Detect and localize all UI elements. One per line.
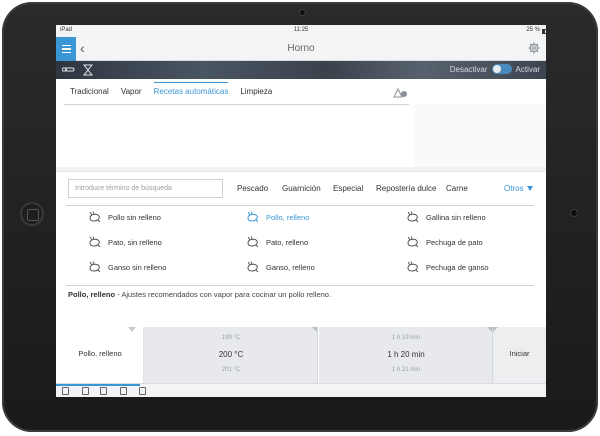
recipe-item[interactable]: Gallina sin relleno <box>407 211 486 223</box>
status-bar: iPad 11:25 25 % <box>56 25 546 37</box>
recipe-item[interactable]: Pollo, relleno <box>247 211 310 223</box>
temp-next: 201 °C <box>221 367 241 373</box>
recipe-item[interactable]: Pato, sin relleno <box>89 236 162 248</box>
device-icon[interactable] <box>62 387 69 395</box>
recipe-item[interactable]: Ganso sin relleno <box>89 261 167 273</box>
more-categories-button[interactable]: Otros <box>504 184 533 193</box>
toggle-off-label: Desactivar <box>449 64 488 74</box>
alert-icon[interactable] <box>393 88 407 98</box>
recipe-label: Ganso sin relleno <box>108 263 167 272</box>
corner-mark <box>312 327 317 332</box>
category-reposteria-dulce[interactable]: Repostería dulce <box>376 184 436 193</box>
category-guarnicion[interactable]: Guarnición <box>282 184 321 193</box>
recipe-label: Ganso, relleno <box>266 263 315 272</box>
caret-down-icon <box>526 186 533 191</box>
recipe-label: Pechuga de pato <box>426 238 483 247</box>
chicken-icon <box>247 211 259 223</box>
temp-value: 200 °C <box>218 350 244 359</box>
tab-limpieza[interactable]: Limpieza <box>240 82 272 104</box>
recipe-label: Gallina sin relleno <box>426 213 486 222</box>
category-carne[interactable]: Carne <box>446 184 468 193</box>
nav-bar: ‹ Horno <box>56 37 546 61</box>
home-button[interactable] <box>20 202 44 226</box>
time-prev: 1 h 19 min <box>391 335 421 341</box>
battery-indicator: 25 % <box>526 27 546 34</box>
document-icon[interactable] <box>120 387 127 395</box>
page-title: Horno <box>287 43 315 54</box>
start-button[interactable]: Iniciar <box>493 327 546 383</box>
clock: 11:25 <box>293 27 309 33</box>
tab-tradicional[interactable]: Tradicional <box>70 82 109 104</box>
battery-label: 25 % <box>526 27 540 33</box>
recipe-label: Pechuga de ganso <box>426 263 489 272</box>
description-text: - Ajustes recomendados con vapor para co… <box>115 290 332 299</box>
front-camera <box>300 10 305 15</box>
bottom-toolbar <box>56 383 546 397</box>
mode-tabs: Tradicional Vapor Recetas automáticas Li… <box>70 82 284 104</box>
chicken-icon <box>407 211 419 223</box>
category-especial[interactable]: Especial <box>333 184 363 193</box>
corner-mark <box>487 327 492 332</box>
recipe-label: Pollo, relleno <box>266 213 310 222</box>
corner-mark <box>493 327 498 332</box>
steam-toggle[interactable] <box>491 64 512 74</box>
side-sensor <box>571 210 577 216</box>
grid-divider-top <box>66 205 534 206</box>
tasks-icon[interactable] <box>139 387 146 395</box>
more-label: Otros <box>504 184 524 193</box>
category-pescado[interactable]: Pescado <box>237 184 268 193</box>
recipe-label: Pollo sin relleno <box>108 213 161 222</box>
toggle-on-label: Activar <box>515 64 540 74</box>
tab-recetas-automaticas[interactable]: Recetas automáticas <box>153 82 229 104</box>
empty-side-panel <box>415 104 546 167</box>
settings-picker: Pollo, relleno 199 °C 200 °C 201 °C 1 h … <box>56 327 546 383</box>
recipe-label: Pato, sin relleno <box>108 238 162 247</box>
search-input[interactable]: Introduce término de búsqueda <box>68 179 223 198</box>
recipe-description: Pollo, relleno - Ajustes recomendados co… <box>68 290 331 299</box>
tab-underline <box>64 104 409 105</box>
recipe-item[interactable]: Ganso, relleno <box>247 261 315 273</box>
tab-vapor[interactable]: Vapor <box>121 82 142 104</box>
recipe-item[interactable]: Pechuga de ganso <box>407 261 489 273</box>
description-title: Pollo, relleno <box>68 290 116 299</box>
active-indicator <box>56 384 140 386</box>
recipe-label: Pato, relleno <box>266 238 309 247</box>
battery-icon <box>542 29 546 34</box>
oven-status-icons <box>62 64 94 76</box>
chicken-icon <box>247 236 259 248</box>
chicken-icon <box>89 261 101 273</box>
app-screen: iPad 11:25 25 % ‹ Horno Desactivar Activ… <box>56 25 546 397</box>
gear-icon[interactable] <box>528 42 540 54</box>
caret-down-icon <box>128 327 136 332</box>
picker-name-label: Pollo, relleno <box>78 349 122 358</box>
time-next: 1 h 21 min <box>391 367 421 373</box>
chicken-icon <box>247 261 259 273</box>
recipe-item[interactable]: Pechuga de pato <box>407 236 483 248</box>
checklist-icon[interactable] <box>100 387 107 395</box>
chicken-icon <box>89 236 101 248</box>
start-label: Iniciar <box>509 349 530 358</box>
recipe-item[interactable]: Pollo sin relleno <box>89 211 161 223</box>
time-value: 1 h 20 min <box>387 350 425 359</box>
oven-banner: Desactivar Activar <box>56 61 546 79</box>
grid-divider-bottom <box>66 285 534 286</box>
section-divider <box>56 167 546 172</box>
temp-prev: 199 °C <box>221 335 241 341</box>
time-picker[interactable]: 1 h 19 min 1 h 20 min 1 h 21 min <box>319 327 493 383</box>
picker-recipe-name: Pollo, relleno <box>56 327 144 383</box>
chicken-icon <box>89 211 101 223</box>
chicken-icon <box>407 236 419 248</box>
chicken-icon <box>407 261 419 273</box>
oven-icon[interactable] <box>82 387 89 395</box>
temperature-picker[interactable]: 199 °C 200 °C 201 °C <box>144 327 318 383</box>
steam-toggle-group: Desactivar Activar <box>450 64 540 74</box>
recipe-item[interactable]: Pato, relleno <box>247 236 309 248</box>
